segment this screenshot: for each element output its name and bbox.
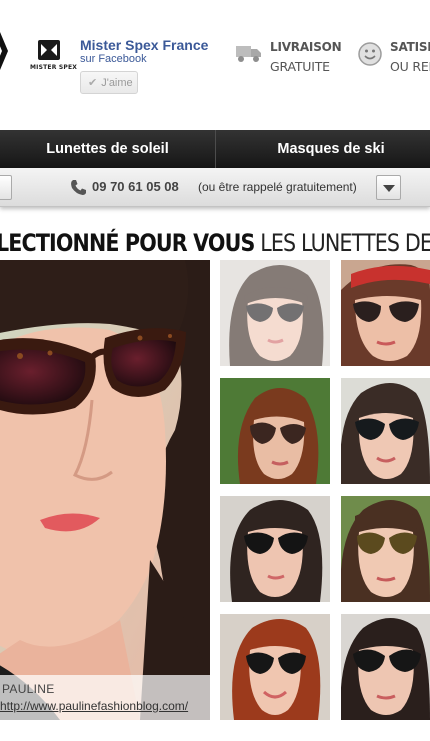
heading-light: LES LUNETTES DE xyxy=(260,229,430,257)
usp-title: SATISFA xyxy=(390,40,430,54)
nav-item-sunglasses[interactable]: Lunettes de soleil xyxy=(0,130,216,168)
caption-blog-link[interactable]: http://www.paulinefashionblog.com/ xyxy=(0,699,188,713)
like-button-label: J'aime xyxy=(101,76,133,89)
caption-blogger-name: PAULINE xyxy=(2,682,55,696)
chevron-down-icon xyxy=(383,185,395,192)
usp-subtitle: OU REM xyxy=(390,59,430,74)
phone-number[interactable]: 09 70 61 05 08 xyxy=(92,179,179,194)
section-heading: LECTIONNÉ POUR VOUS LES LUNETTES DE xyxy=(0,229,430,257)
facebook-subtitle: sur Facebook xyxy=(80,53,147,65)
sunglasses-thumbnail[interactable] xyxy=(341,260,430,366)
sunglasses-thumbnail[interactable] xyxy=(341,614,430,720)
phone-bar: 09 70 61 05 08 (ou être rappelé gratuite… xyxy=(0,168,430,207)
callback-note[interactable]: (ou être rappelé gratuitement) xyxy=(198,180,357,194)
sunglasses-thumbnail[interactable] xyxy=(341,378,430,484)
site-header: MISTER SPEX Mister Spex France sur Faceb… xyxy=(0,0,430,130)
sunglasses-thumbnail[interactable] xyxy=(220,260,330,366)
logo-text: MISTER SPEX xyxy=(30,64,78,71)
phone-icon xyxy=(71,180,86,195)
smiley-icon xyxy=(358,42,382,66)
sunglasses-thumbnail[interactable] xyxy=(220,496,330,602)
sunglasses-thumbnail[interactable] xyxy=(220,378,330,484)
photo-caption: PAULINE http://www.paulinefashionblog.co… xyxy=(0,675,210,720)
sunglasses-thumbnail[interactable] xyxy=(341,496,430,602)
brand-logo-fragment[interactable] xyxy=(0,32,8,70)
heading-strong: LECTIONNÉ POUR VOUS xyxy=(0,229,255,257)
usp-title: LIVRAISON xyxy=(270,40,342,54)
nav-item-ski-goggles[interactable]: Masques de ski xyxy=(216,130,430,168)
checkmark-icon: ✔ xyxy=(88,77,98,89)
facebook-like-button[interactable]: ✔ J'aime xyxy=(80,71,138,94)
callback-dropdown-button[interactable] xyxy=(376,175,401,200)
featured-blogger-photo[interactable] xyxy=(0,260,210,720)
facebook-page-link[interactable]: Mister Spex France xyxy=(80,37,208,53)
usp-subtitle: GRATUITE xyxy=(270,59,330,74)
sunglasses-thumbnail[interactable] xyxy=(220,614,330,720)
main-navigation: Lunettes de soleil Masques de ski xyxy=(0,130,430,168)
truck-icon xyxy=(236,46,261,62)
mister-spex-logo[interactable]: MISTER SPEX xyxy=(30,40,78,74)
mister-spex-logo-icon xyxy=(38,40,60,60)
phone-bar-left-button[interactable] xyxy=(0,175,12,200)
